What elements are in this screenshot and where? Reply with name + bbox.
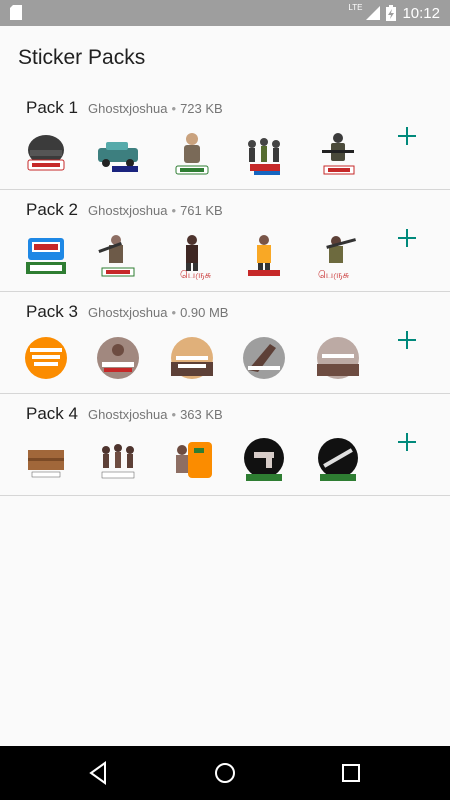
add-pack-button[interactable] — [396, 227, 418, 249]
gunner-sticker — [98, 235, 135, 277]
character-sticker — [175, 133, 209, 175]
pack-item-1[interactable]: Pack 1 Ghostxjoshua • 723 KB — [0, 88, 450, 190]
pack-name: Pack 2 — [26, 200, 78, 219]
system-navigation-bar — [0, 746, 450, 800]
pack-author: Ghostxjoshua — [88, 305, 168, 320]
squad-sticker — [248, 138, 280, 175]
pack-meta: Ghostxjoshua • 363 KB — [88, 407, 223, 422]
pack-meta: Ghostxjoshua • 761 KB — [88, 203, 223, 218]
add-pack-button[interactable] — [396, 125, 418, 147]
pack-item-2[interactable]: Pack 2 Ghostxjoshua • 761 KB பெருசு பெரு… — [0, 190, 450, 292]
orange-badge-sticker — [25, 337, 67, 379]
pack-meta: Ghostxjoshua • 723 KB — [88, 101, 223, 116]
rifle-sticker — [318, 438, 358, 481]
recents-icon[interactable] — [338, 760, 364, 786]
status-time: 10:12 — [402, 4, 440, 22]
orange-character-sticker — [176, 442, 212, 478]
pack-size: 761 KB — [180, 203, 223, 218]
meta-separator: • — [171, 407, 177, 422]
sunset-sticker — [171, 337, 213, 379]
pack-size: 363 KB — [180, 407, 223, 422]
helmet-sticker — [27, 135, 65, 171]
crate-sticker — [28, 450, 64, 478]
svg-text:பெருசு: பெருசு — [180, 270, 211, 280]
add-pack-button[interactable] — [396, 329, 418, 351]
rifle-character-sticker: பெருசு — [318, 236, 357, 280]
pack-author: Ghostxjoshua — [88, 203, 168, 218]
pack-meta: Ghostxjoshua • 0.90 MB — [88, 305, 228, 320]
female-character-sticker: பெருசு — [180, 235, 211, 280]
meta-separator: • — [171, 101, 177, 116]
signal-icon — [366, 6, 381, 20]
pack-author: Ghostxjoshua — [88, 407, 168, 422]
pack-author: Ghostxjoshua — [88, 101, 168, 116]
pack-name: Pack 1 — [26, 98, 78, 117]
status-bar: LTE 10:12 — [0, 0, 450, 26]
page-title: Sticker Packs — [18, 46, 146, 69]
yellow-character-sticker — [248, 235, 280, 276]
car-sticker — [98, 142, 138, 172]
meta-separator: • — [171, 203, 177, 218]
soldier-sticker — [322, 133, 355, 175]
pistol-sticker — [244, 438, 284, 481]
pack-name: Pack 3 — [26, 302, 78, 321]
group-sticker — [101, 444, 135, 479]
add-pack-button[interactable] — [396, 431, 418, 453]
app-bar: Sticker Packs — [0, 26, 450, 88]
pack-size: 0.90 MB — [180, 305, 229, 320]
svg-text:பெருசு: பெருசு — [318, 270, 349, 280]
pack-size: 723 KB — [180, 101, 223, 116]
network-type-label: LTE — [348, 3, 363, 12]
hand-sticker — [243, 337, 285, 379]
pack-item-3[interactable]: Pack 3 Ghostxjoshua • 0.90 MB — [0, 292, 450, 394]
meta-separator: • — [171, 305, 177, 320]
back-icon[interactable] — [85, 760, 111, 786]
home-icon[interactable] — [212, 760, 238, 786]
battery-charging-icon — [386, 5, 397, 21]
pack-name: Pack 4 — [26, 404, 78, 423]
sd-card-icon — [10, 5, 22, 20]
field-sticker — [317, 337, 359, 379]
round-character-sticker — [97, 337, 139, 379]
awm-crate-sticker — [26, 238, 66, 274]
pack-item-4[interactable]: Pack 4 Ghostxjoshua • 363 KB — [0, 394, 450, 496]
